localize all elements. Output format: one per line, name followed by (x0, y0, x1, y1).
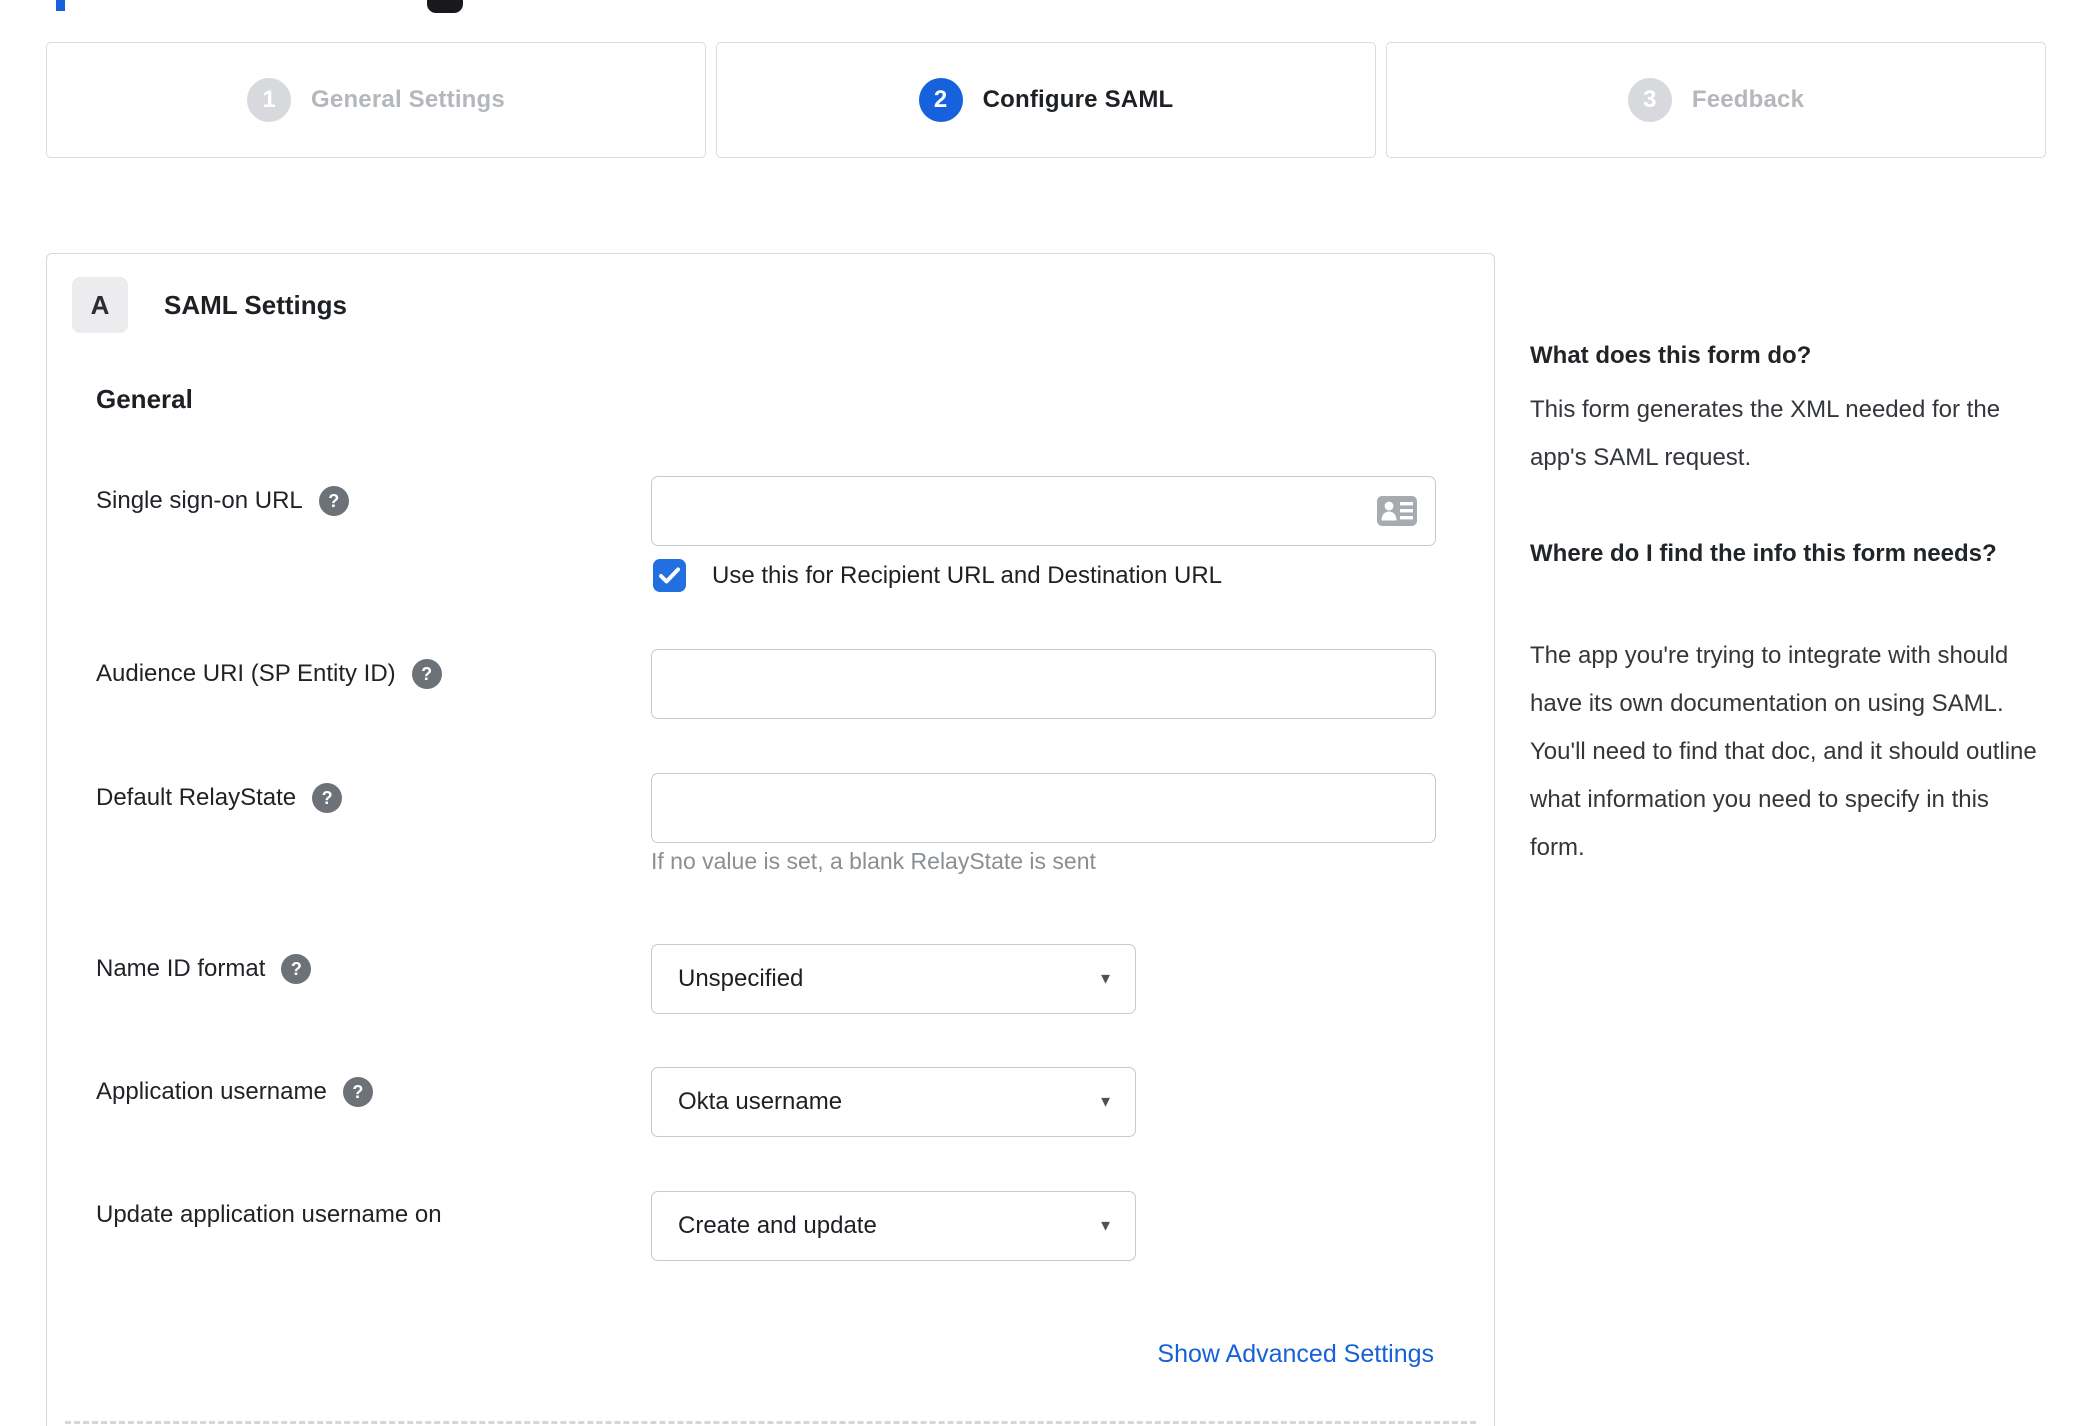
name-id-format-select[interactable]: Unspecified ▼ (651, 944, 1136, 1014)
step-feedback[interactable]: 3 Feedback (1386, 42, 2046, 158)
recipient-url-checkbox-row: Use this for Recipient URL and Destinati… (653, 559, 1222, 592)
sidebar-body-where: The app you're trying to integrate with … (1530, 642, 2037, 861)
step-configure-saml[interactable]: 2 Configure SAML (716, 42, 1376, 158)
sidebar-body-what: This form generates the XML needed for t… (1530, 396, 2001, 471)
cutoff-logo-fragment (427, 0, 463, 13)
field-label-text: Update application username on (96, 1201, 442, 1228)
step-number-badge: 3 (1627, 78, 1672, 122)
checkmark-icon (659, 567, 680, 584)
general-heading: General (96, 384, 193, 414)
step-general-settings[interactable]: 1 General Settings (46, 42, 706, 158)
section-dashed-divider (65, 1421, 1476, 1424)
single-sign-on-url-inputwrap (651, 476, 1436, 546)
dropdown-caret-icon: ▼ (1098, 1217, 1113, 1235)
use-for-recipient-url-checkbox[interactable] (653, 559, 686, 592)
update-username-on-label: Update application username on (96, 1201, 442, 1229)
checkbox-label: Use this for Recipient URL and Destinati… (712, 561, 1223, 589)
step-number-badge: 2 (918, 78, 963, 122)
section-a-badge: A (72, 277, 128, 333)
cutoff-blue-fragment (56, 0, 65, 11)
step-label: Configure SAML (982, 86, 1174, 113)
wizard-stepper: 1 General Settings 2 Configure SAML 3 Fe… (46, 42, 2046, 158)
saml-settings-card: A SAML Settings General Single sign-on U… (46, 253, 1495, 1426)
application-username-label: Application username ? (96, 1077, 373, 1107)
help-icon[interactable]: ? (281, 954, 312, 984)
panel-title: SAML Settings (164, 289, 347, 320)
sidebar-heading-where: Where do I find the info this form needs… (1530, 540, 1997, 567)
field-label-text: Name ID format (96, 955, 266, 982)
select-value: Okta username (678, 1088, 843, 1115)
select-value: Unspecified (678, 965, 804, 992)
audience-uri-label: Audience URI (SP Entity ID) ? (96, 659, 442, 689)
field-label-text: Default RelayState (96, 784, 297, 811)
audience-uri-input[interactable] (651, 649, 1436, 719)
single-sign-on-url-input[interactable] (651, 476, 1436, 546)
field-label-text: Audience URI (SP Entity ID) (96, 660, 396, 687)
show-advanced-settings-link[interactable]: Show Advanced Settings (1157, 1340, 1434, 1369)
relaystate-hint: If no value is set, a blank RelayState i… (651, 848, 1096, 874)
field-label-text: Single sign-on URL (96, 487, 303, 514)
field-label-text: Application username (96, 1078, 327, 1105)
default-relaystate-input[interactable] (651, 773, 1436, 843)
update-username-on-select[interactable]: Create and update ▼ (651, 1191, 1136, 1261)
name-id-format-label: Name ID format ? (96, 954, 312, 984)
help-icon[interactable]: ? (411, 659, 442, 689)
help-icon[interactable]: ? (342, 1077, 373, 1107)
default-relaystate-label: Default RelayState ? (96, 783, 343, 813)
single-sign-on-url-label: Single sign-on URL ? (96, 486, 349, 516)
configure-saml-screen: 1 General Settings 2 Configure SAML 3 Fe… (0, 0, 2092, 1426)
application-username-select[interactable]: Okta username ▼ (651, 1067, 1136, 1137)
dropdown-caret-icon: ▼ (1098, 970, 1113, 988)
step-number-badge: 1 (247, 78, 292, 122)
help-icon[interactable]: ? (318, 486, 349, 516)
dropdown-caret-icon: ▼ (1098, 1093, 1113, 1111)
select-value: Create and update (678, 1212, 877, 1239)
step-label: General Settings (311, 86, 505, 113)
sidebar-heading-what: What does this form do? (1530, 342, 1812, 369)
help-icon[interactable]: ? (312, 783, 343, 813)
step-label: Feedback (1691, 86, 1805, 113)
